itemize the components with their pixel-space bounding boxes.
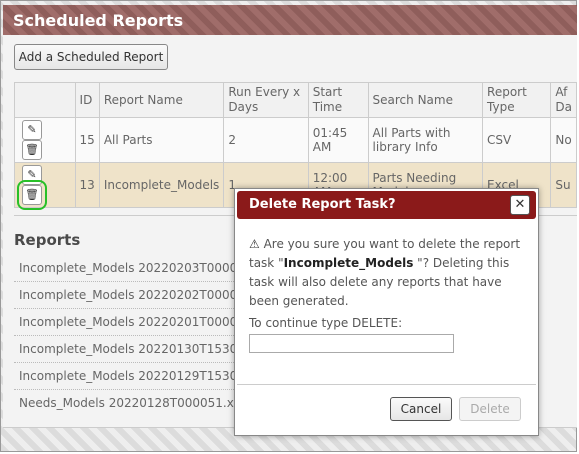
dialog-message: ⚠ Are you sure you want to delete the re… — [249, 235, 529, 311]
col-start-time: Start Time — [307, 82, 369, 118]
cell-id: 13 — [74, 162, 100, 208]
report-link[interactable]: Incomplete_Models 20220201T000011.xlsx — [14, 309, 234, 336]
confirm-delete-input[interactable] — [249, 334, 454, 353]
row-actions: ✎🗑 — [14, 162, 76, 210]
cell-search-name: All Parts with library Info — [367, 117, 484, 163]
col-actions — [14, 82, 76, 118]
table-header-row: ID Report Name Run Every x Days Start Ti… — [14, 82, 577, 118]
dialog-header: Delete Report Task? ✕ — [237, 191, 536, 219]
dialog-message-task-name: Incomplete_Models — [283, 256, 414, 270]
cell-run-every: 2 — [223, 117, 309, 163]
trash-icon[interactable]: 🗑 — [22, 140, 42, 160]
delete-button[interactable]: Delete — [459, 397, 521, 421]
delete-report-dialog: Delete Report Task? ✕ ⚠ Are you sure you… — [234, 188, 539, 436]
col-after: Af Da — [550, 82, 577, 118]
cell-report-name: Incomplete_Models — [98, 162, 225, 208]
page-title-text: Scheduled Reports — [13, 11, 184, 30]
col-run-every: Run Every x Days — [223, 82, 309, 118]
report-link[interactable]: Incomplete_Models 20220202T000027.xlsx — [14, 282, 234, 309]
reports-list: Incomplete_Models 20220203T000009.xlsx I… — [14, 255, 234, 416]
reports-heading: Reports — [14, 231, 81, 249]
report-link[interactable]: Incomplete_Models 20220129T153044.xlsx — [14, 363, 234, 390]
report-link[interactable]: Incomplete_Models 20220130T153045.xlsx — [14, 336, 234, 363]
report-link[interactable]: Incomplete_Models 20220203T000009.xlsx — [14, 255, 234, 282]
edit-icon[interactable]: ✎ — [22, 120, 42, 140]
add-scheduled-report-button[interactable]: Add a Scheduled Report — [14, 44, 168, 70]
warning-icon: ⚠ — [249, 237, 260, 251]
table-row: ✎🗑 15 All Parts 2 01:45 AM All Parts wit… — [14, 117, 577, 163]
dialog-divider — [237, 384, 536, 385]
row-actions: ✎🗑 — [14, 117, 76, 163]
cell-report-name: All Parts — [98, 117, 225, 163]
dialog-title: Delete Report Task? — [249, 197, 396, 212]
col-id: ID — [74, 82, 100, 118]
report-link[interactable]: Needs_Models 20220128T000051.xlsx — [14, 390, 234, 416]
col-search-name: Search Name — [367, 82, 484, 118]
col-report-name: Report Name — [98, 82, 225, 118]
edit-icon[interactable]: ✎ — [22, 165, 42, 185]
close-icon[interactable]: ✕ — [510, 195, 530, 215]
confirm-input-label: To continue type DELETE: — [249, 316, 403, 330]
cell-after: No — [550, 117, 577, 163]
cell-id: 15 — [74, 117, 100, 163]
cancel-button[interactable]: Cancel — [390, 397, 452, 421]
col-report-type: Report Type — [482, 82, 552, 118]
cell-report-type: CSV — [482, 117, 552, 163]
cell-after: Su — [550, 162, 577, 208]
page-title: Scheduled Reports — [3, 5, 577, 35]
cell-start-time: 01:45 AM — [307, 117, 369, 163]
trash-icon[interactable]: 🗑 — [17, 180, 47, 210]
